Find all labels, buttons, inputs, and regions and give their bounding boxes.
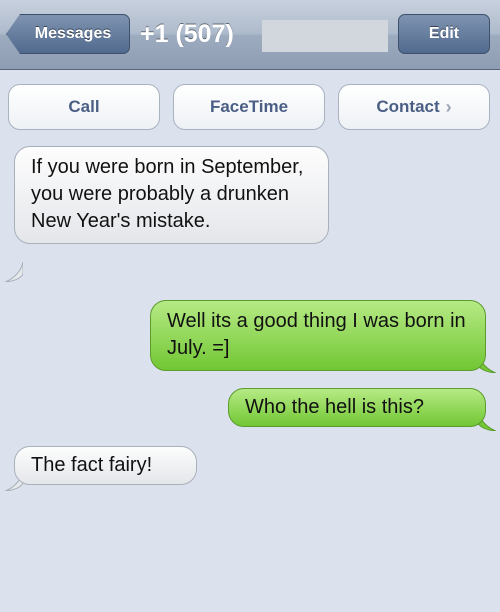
navigation-bar: Messages +1 (507) Edit — [0, 0, 500, 70]
call-button[interactable]: Call — [8, 84, 160, 130]
contact-button[interactable]: Contact › — [338, 84, 490, 130]
edit-button[interactable]: Edit — [398, 14, 490, 54]
back-button[interactable]: Messages — [6, 14, 130, 54]
message-bubble-sent: Well its a good thing I was born in July… — [150, 300, 486, 371]
message-bubble-sent: Who the hell is this? — [228, 388, 486, 427]
message-text: Well its a good thing I was born in July… — [167, 310, 466, 359]
message-bubble-received: If you were born in September, you were … — [14, 146, 329, 244]
message-text: Who the hell is this? — [245, 396, 424, 418]
redacted-number-block — [262, 20, 388, 52]
contact-label: Contact — [376, 97, 440, 116]
bubble-tail-icon — [5, 262, 23, 282]
edit-button-label: Edit — [428, 25, 460, 42]
chevron-right-icon: › — [445, 96, 452, 117]
message-text: If you were born in September, you were … — [31, 156, 304, 232]
contact-title: +1 (507) — [140, 19, 234, 48]
facetime-button[interactable]: FaceTime — [173, 84, 325, 130]
back-button-label: Messages — [34, 25, 112, 42]
message-text: The fact fairy! — [31, 454, 153, 476]
message-bubble-received: The fact fairy! — [14, 446, 197, 485]
contact-actions: Call FaceTime Contact › — [0, 84, 500, 130]
call-label: Call — [68, 97, 100, 116]
facetime-label: FaceTime — [209, 97, 289, 116]
